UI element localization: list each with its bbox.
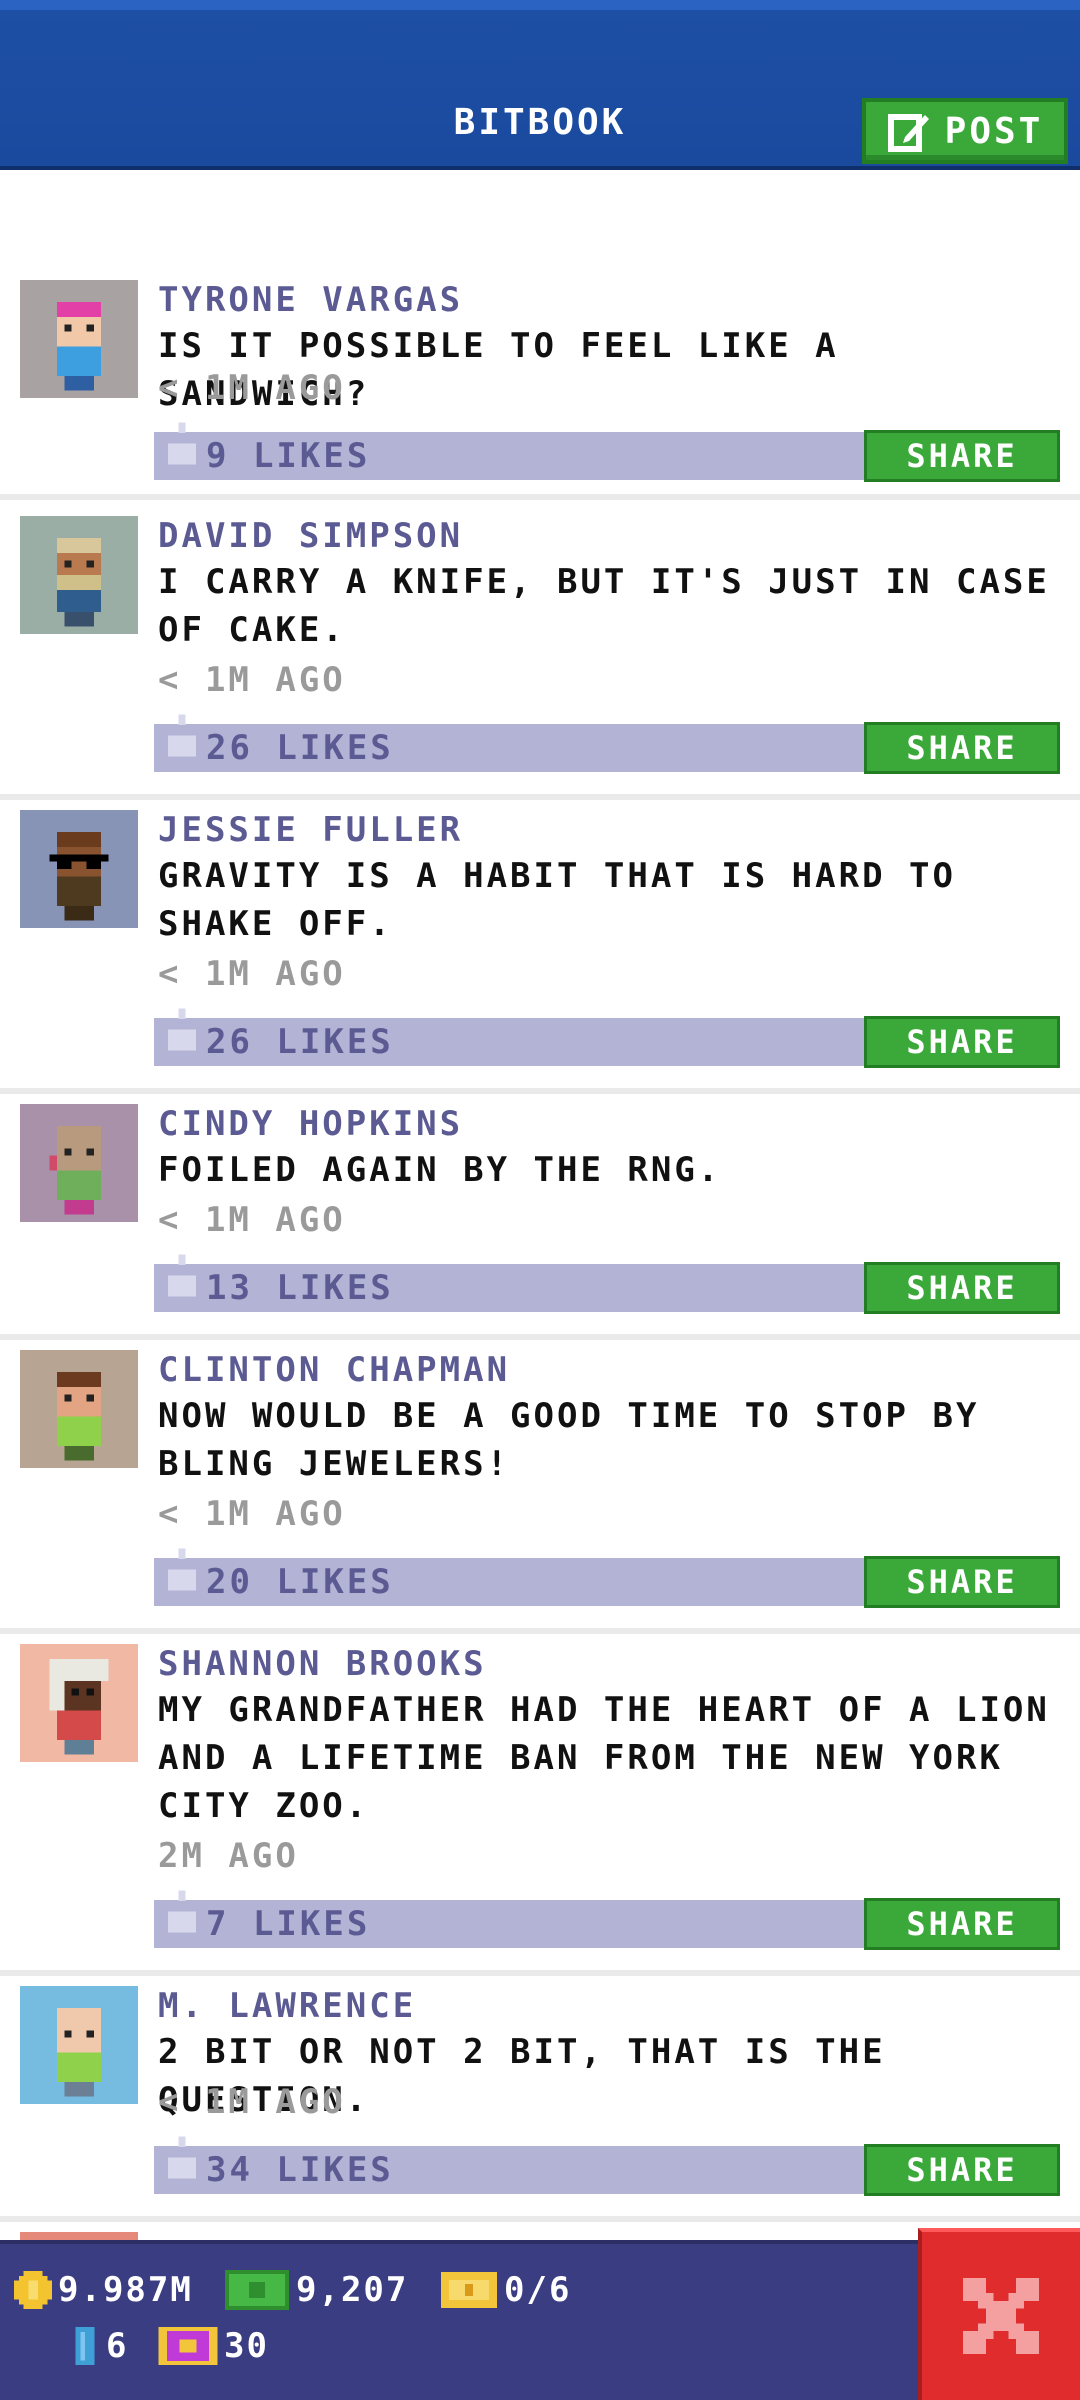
- sunglasses-person-icon: [49, 832, 109, 921]
- share-button[interactable]: SHARE: [864, 1262, 1060, 1314]
- feed-post: M. LAWRENCE 2 BIT OR NOT 2 BIT, THAT IS …: [0, 1976, 1080, 2222]
- coin-icon: [14, 2271, 52, 2309]
- tickets-stat[interactable]: 0/6: [440, 2270, 571, 2310]
- likes-count: 26 LIKES: [206, 728, 394, 768]
- vip-stat[interactable]: 30: [158, 2326, 269, 2366]
- post-text: GRAVITY IS A HABIT THAT IS HARD TO SHAKE…: [158, 856, 956, 944]
- post-time: < 1M AGO: [158, 1494, 346, 1534]
- likes-count: 9 LIKES: [206, 436, 371, 476]
- likes-count: 26 LIKES: [206, 1022, 394, 1062]
- likes-bar: 20 LIKES SHARE: [154, 1548, 1060, 1608]
- thumbs-up-icon[interactable]: [168, 1548, 196, 1598]
- feed-post: TYRONE VARGAS IS IT POSSIBLE TO FEEL LIK…: [0, 270, 1080, 500]
- vip-ticket-icon: [158, 2327, 218, 2365]
- keys-stat[interactable]: 6: [70, 2326, 128, 2366]
- likes-bar: 13 LIKES SHARE: [154, 1254, 1060, 1314]
- tickets-value: 0/6: [504, 2270, 572, 2310]
- post-author[interactable]: M. LAWRENCE: [158, 1986, 416, 2026]
- post-time: < 1M AGO: [158, 368, 346, 408]
- thumbs-up-icon[interactable]: [168, 1890, 196, 1940]
- post-time: < 1M AGO: [158, 2082, 346, 2122]
- likes-count: 13 LIKES: [206, 1268, 394, 1308]
- likes-count: 34 LIKES: [206, 2150, 394, 2190]
- feed-post: CINDY HOPKINS FOILED AGAIN BY THE RNG. <…: [0, 1094, 1080, 1340]
- avatar[interactable]: [20, 1104, 138, 1222]
- avatar[interactable]: [20, 810, 138, 928]
- post-author[interactable]: CLINTON CHAPMAN: [158, 1350, 510, 1390]
- bux-value: 9,207: [296, 2270, 409, 2310]
- vip-value: 30: [224, 2326, 269, 2366]
- post-button[interactable]: POST: [862, 98, 1068, 164]
- close-button[interactable]: [918, 2228, 1080, 2400]
- coins-value: 9.987M: [58, 2270, 193, 2310]
- share-button[interactable]: SHARE: [864, 2144, 1060, 2196]
- post-time: < 1M AGO: [158, 1200, 346, 1240]
- likes-bar: 26 LIKES SHARE: [154, 1008, 1060, 1068]
- post-time: < 1M AGO: [158, 954, 346, 994]
- post-time: < 1M AGO: [158, 660, 346, 700]
- keys-value: 6: [106, 2326, 129, 2366]
- feed-post: SHANNON BROOKS MY GRANDFATHER HAD THE HE…: [0, 1634, 1080, 1976]
- avatar[interactable]: [20, 1350, 138, 1468]
- post-author[interactable]: DAVID SIMPSON: [158, 516, 463, 556]
- likes-bar: 26 LIKES SHARE: [154, 714, 1060, 774]
- bearded-person-icon: [56, 538, 102, 627]
- likes-count: 20 LIKES: [206, 1562, 394, 1602]
- share-button[interactable]: SHARE: [864, 1898, 1060, 1950]
- post-text: FOILED AGAIN BY THE RNG.: [158, 1150, 722, 1190]
- post-button-label: POST: [944, 110, 1044, 152]
- likes-bar: 34 LIKES SHARE: [154, 2136, 1060, 2196]
- likes-count: 7 LIKES: [206, 1904, 371, 1944]
- share-button[interactable]: SHARE: [864, 722, 1060, 774]
- key-icon: [75, 2327, 95, 2365]
- brown-hair-person-icon: [56, 1372, 102, 1461]
- post-time: 2M AGO: [158, 1836, 299, 1876]
- bux-icon: [225, 2270, 289, 2310]
- post-author[interactable]: CINDY HOPKINS: [158, 1104, 463, 1144]
- close-icon: [963, 2278, 1039, 2354]
- bald-light-person-icon: [56, 2008, 102, 2097]
- pink-hair-person-icon: [56, 302, 102, 391]
- white-hair-person-icon: [49, 1658, 109, 1755]
- post-text: NOW WOULD BE A GOOD TIME TO STOP BY BLIN…: [158, 1396, 980, 1484]
- feed-post: CLINTON CHAPMAN NOW WOULD BE A GOOD TIME…: [0, 1340, 1080, 1634]
- bux-stat[interactable]: 9,207: [224, 2270, 408, 2310]
- post-text: MY GRANDFATHER HAD THE HEART OF A LION A…: [158, 1690, 1050, 1826]
- feed-post: JESSIE FULLER GRAVITY IS A HABIT THAT IS…: [0, 800, 1080, 1094]
- ticket-icon: [441, 2272, 497, 2308]
- thumbs-up-icon[interactable]: [168, 714, 196, 764]
- share-button[interactable]: SHARE: [864, 430, 1060, 482]
- bitbook-screen: BITBOOK POST TYRONE VARGAS IS IT POSSIBL…: [0, 0, 1080, 2400]
- thumbs-up-icon[interactable]: [168, 1008, 196, 1058]
- share-button[interactable]: SHARE: [864, 1556, 1060, 1608]
- likes-bar: 9 LIKES SHARE: [154, 422, 1060, 482]
- post-author[interactable]: JESSIE FULLER: [158, 810, 463, 850]
- avatar[interactable]: [20, 516, 138, 634]
- bald-person-icon: [49, 1126, 102, 1215]
- thumbs-up-icon[interactable]: [168, 422, 196, 472]
- avatar[interactable]: [20, 1986, 138, 2104]
- coins-stat[interactable]: 9.987M: [14, 2270, 193, 2310]
- post-author[interactable]: TYRONE VARGAS: [158, 280, 463, 320]
- post-text: I CARRY A KNIFE, BUT IT'S JUST IN CASE O…: [158, 562, 1050, 650]
- avatar[interactable]: [20, 1644, 138, 1762]
- share-button[interactable]: SHARE: [864, 1016, 1060, 1068]
- likes-bar: 7 LIKES SHARE: [154, 1890, 1060, 1950]
- app-header: BITBOOK POST: [0, 0, 1080, 170]
- feed-post: DAVID SIMPSON I CARRY A KNIFE, BUT IT'S …: [0, 506, 1080, 800]
- thumbs-up-icon[interactable]: [168, 1254, 196, 1304]
- post-author[interactable]: SHANNON BROOKS: [158, 1644, 487, 1684]
- edit-icon: [887, 114, 929, 152]
- thumbs-up-icon[interactable]: [168, 2136, 196, 2186]
- avatar[interactable]: [20, 280, 138, 398]
